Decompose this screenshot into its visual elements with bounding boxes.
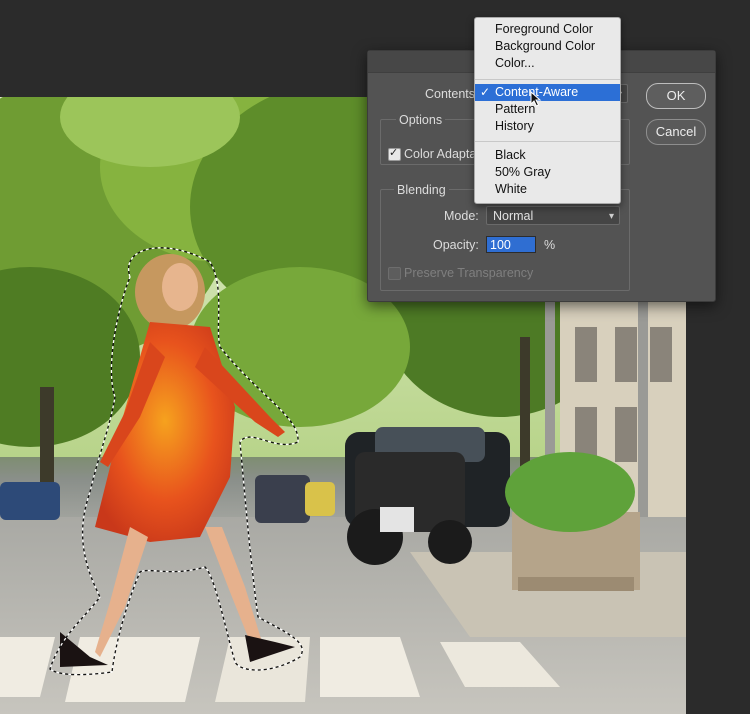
menu-item-pattern[interactable]: Pattern xyxy=(475,101,620,118)
menu-separator xyxy=(475,141,620,142)
preserve-transparency-label: Preserve Transparency xyxy=(404,266,534,280)
menu-separator xyxy=(475,79,620,80)
opacity-label: Opacity: xyxy=(433,238,479,252)
mode-value: Normal xyxy=(493,209,534,223)
menu-item-50-gray[interactable]: 50% Gray xyxy=(475,164,620,181)
blending-group-title: Blending xyxy=(394,183,449,197)
mode-select[interactable]: Normal ▾ xyxy=(486,206,620,225)
opacity-unit: % xyxy=(544,238,556,252)
color-adaptation-checkbox[interactable] xyxy=(388,146,401,161)
contents-dropdown-menu: Foreground Color Background Color Color.… xyxy=(474,17,621,204)
opacity-value: 100 xyxy=(490,238,511,252)
cancel-button[interactable]: Cancel xyxy=(646,119,706,145)
preserve-transparency-checkbox[interactable] xyxy=(388,267,401,280)
menu-item-white[interactable]: White xyxy=(475,181,620,198)
menu-item-color[interactable]: Color... xyxy=(475,55,620,72)
menu-item-background-color[interactable]: Background Color xyxy=(475,38,620,55)
contents-label: Contents: xyxy=(425,87,479,101)
opacity-input[interactable]: 100 xyxy=(486,236,536,253)
chevron-down-icon: ▾ xyxy=(608,211,614,222)
menu-item-foreground-color[interactable]: Foreground Color xyxy=(475,21,620,38)
options-group-title: Options xyxy=(396,113,446,127)
mouse-pointer-icon xyxy=(530,91,542,107)
menu-item-history[interactable]: History xyxy=(475,118,620,135)
checkmark-icon: ✓ xyxy=(480,85,491,99)
menu-item-content-aware[interactable]: ✓ Content-Aware xyxy=(475,84,620,101)
ok-button[interactable]: OK xyxy=(646,83,706,109)
mode-label: Mode: xyxy=(444,209,479,223)
menu-item-black[interactable]: Black xyxy=(475,147,620,164)
